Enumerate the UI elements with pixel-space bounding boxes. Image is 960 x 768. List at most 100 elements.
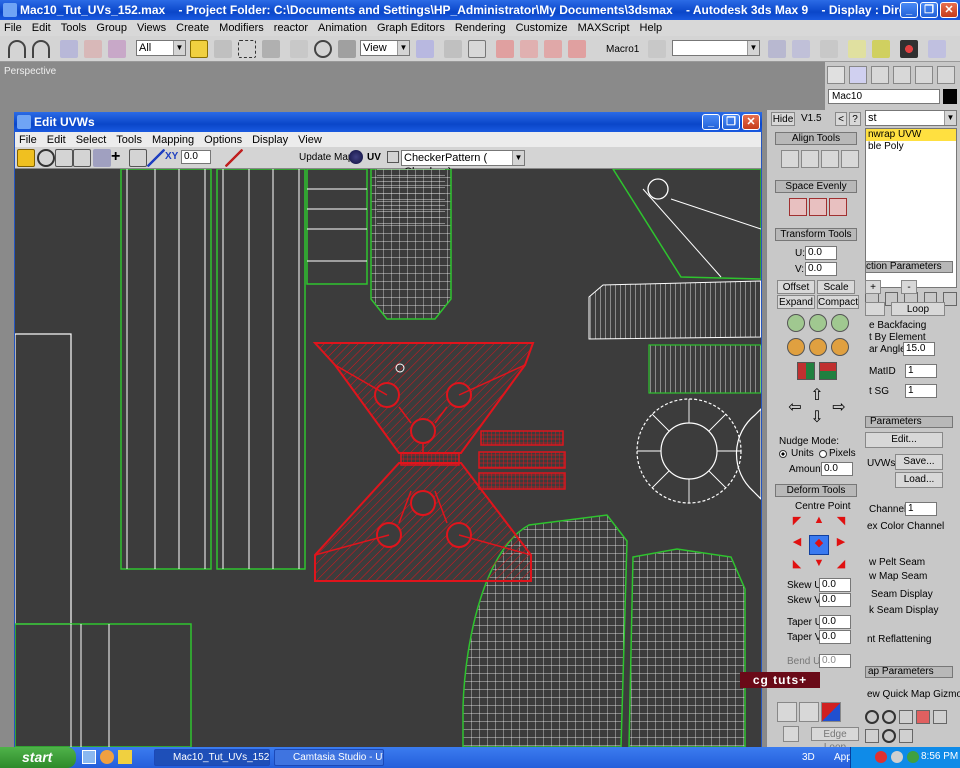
create-tab-icon[interactable] — [827, 66, 845, 84]
uvw-freeform-icon[interactable] — [73, 149, 91, 167]
compact-button[interactable]: Compact — [817, 295, 859, 309]
pixels-radio[interactable] — [819, 450, 827, 458]
edit-uvws-button[interactable]: Edit... — [865, 432, 943, 448]
align-vertical-icon[interactable] — [781, 150, 799, 168]
thick-seam-display-label[interactable]: k Seam Display — [869, 605, 938, 616]
xy-label[interactable]: XY — [165, 151, 178, 162]
pivot-center-icon[interactable] — [416, 40, 434, 58]
tray-icon-3[interactable] — [907, 751, 919, 763]
backfacing-label[interactable]: e Backfacing — [869, 320, 926, 331]
undo-icon[interactable] — [8, 40, 26, 58]
map-parameters-rollout-header[interactable]: ap Parameters — [865, 666, 953, 678]
show-map-seam-label[interactable]: w Map Seam — [869, 571, 927, 582]
select-by-name-icon[interactable] — [214, 40, 232, 58]
menu-help[interactable]: Help — [640, 22, 663, 34]
uvw-pan-icon[interactable] — [241, 149, 259, 167]
select-object-icon[interactable] — [190, 40, 208, 58]
load-uvw-button[interactable]: Load... — [895, 472, 943, 488]
menu-maxscript[interactable]: MAXScript — [578, 22, 630, 34]
flip-horizontal-icon[interactable] — [797, 362, 815, 380]
v-spinner[interactable]: 0.0 — [805, 262, 837, 276]
vertex-color-channel-label[interactable]: ex Color Channel — [867, 521, 944, 532]
align-row-icon[interactable] — [821, 150, 839, 168]
space-evenly-header[interactable]: Space Evenly — [775, 180, 857, 193]
rotate-cw-orange-icon[interactable] — [809, 338, 827, 356]
mirror-icon[interactable] — [768, 40, 786, 58]
menu-views[interactable]: Views — [137, 22, 166, 34]
nudge-left-icon[interactable]: ⇦ — [787, 400, 803, 416]
expand-button[interactable]: Expand — [777, 295, 815, 309]
anchor-bottom-left-icon[interactable]: ◣ — [787, 557, 807, 576]
curve-editor-icon[interactable] — [848, 40, 866, 58]
uvw-minimize-button[interactable]: _ — [702, 114, 720, 130]
align-tools-header[interactable]: Align Tools — [775, 132, 857, 145]
menu-file[interactable]: File — [4, 22, 22, 34]
unlink-icon[interactable] — [84, 40, 102, 58]
anchor-top-right-icon[interactable]: ◥ — [831, 514, 851, 533]
keyboard-shortcut-icon[interactable] — [468, 40, 486, 58]
flip-vertical-icon[interactable] — [819, 362, 837, 380]
tray-icon-1[interactable] — [875, 751, 887, 763]
window-crossing-icon[interactable] — [262, 40, 280, 58]
stack-item-editable-poly[interactable]: ble Poly — [866, 141, 956, 153]
menu-create[interactable]: Create — [176, 22, 209, 34]
anchor-right-icon[interactable]: ▶ — [831, 534, 851, 556]
tray-icon-2[interactable] — [891, 751, 903, 763]
units-radio[interactable] — [779, 450, 787, 458]
prevent-reflattening-label[interactable]: nt Reflattening — [867, 634, 932, 645]
anchor-bottom-right-icon[interactable]: ◢ — [831, 557, 851, 576]
sg-spinner[interactable]: 1 — [905, 384, 937, 398]
zoom-extents-icon[interactable] — [899, 710, 913, 724]
uvw-maximize-button[interactable]: ❐ — [722, 114, 740, 130]
menu-modifiers[interactable]: Modifiers — [219, 22, 264, 34]
preview-quick-map-gizmo-label[interactable]: ew Quick Map Gizmo — [867, 689, 960, 700]
field-of-view-icon[interactable] — [933, 710, 947, 724]
close-button[interactable]: ✕ — [940, 2, 958, 18]
select-manipulate-icon[interactable] — [444, 40, 462, 58]
menu-reactor[interactable]: reactor — [274, 22, 308, 34]
uvw-target-weld-icon[interactable] — [147, 149, 165, 167]
seam-display-label[interactable]: Seam Display — [871, 589, 933, 600]
hide-button[interactable]: Hide — [771, 112, 795, 126]
rotate-cw-icon[interactable] — [809, 314, 827, 332]
menu-rendering[interactable]: Rendering — [455, 22, 506, 34]
skew-u-spinner[interactable]: 0.0 — [819, 578, 851, 592]
redo-icon[interactable] — [32, 40, 50, 58]
menu-edit[interactable]: Edit — [32, 22, 51, 34]
schematic-view-icon[interactable] — [872, 40, 890, 58]
skew-v-spinner[interactable]: 0.0 — [819, 593, 851, 607]
motion-tab-icon[interactable] — [893, 66, 911, 84]
ring-button[interactable] — [865, 302, 885, 316]
uvw-editor-canvas[interactable] — [15, 169, 761, 747]
align-horizontal-icon[interactable] — [801, 150, 819, 168]
uv-label[interactable]: UV — [367, 152, 381, 163]
move-icon[interactable] — [290, 40, 308, 58]
start-button[interactable]: start — [0, 747, 76, 768]
brush-icon[interactable] — [783, 726, 799, 742]
arc-rotate-icon[interactable] — [882, 728, 896, 743]
uvw-menu-edit[interactable]: Edit — [47, 134, 66, 146]
menu-tools[interactable]: Tools — [61, 22, 87, 34]
update-map-button[interactable]: Update Map — [299, 152, 353, 163]
uvw-menu-view[interactable]: View — [298, 134, 322, 146]
selection-params-rollout[interactable]: ction Parameters — [865, 261, 953, 273]
map-channel-spinner[interactable]: 1 — [905, 502, 937, 516]
taskbar-item-camtasia[interactable]: Camtasia Studio - UV ... — [274, 749, 384, 766]
scale-icon[interactable] — [338, 40, 356, 58]
loop-button[interactable]: Loop — [891, 302, 945, 316]
viewport-label[interactable]: Perspective — [4, 66, 56, 77]
select-link-icon[interactable] — [60, 40, 78, 58]
menu-customize[interactable]: Customize — [516, 22, 568, 34]
save-uvw-button[interactable]: Save... — [895, 454, 943, 470]
space-v-icon[interactable] — [809, 198, 827, 216]
planar-angle-spinner[interactable]: 15.0 — [903, 342, 935, 356]
selection-filter-dropdown[interactable]: All ▼ — [136, 40, 186, 56]
nudge-down-icon[interactable]: ⇩ — [809, 410, 825, 426]
uvw-rotate-icon[interactable] — [37, 149, 55, 167]
anchor-center-icon[interactable]: ◆ — [809, 534, 829, 556]
modifier-list-dropdown[interactable]: st ▼ — [865, 110, 957, 126]
uvw-menu-tools[interactable]: Tools — [116, 134, 142, 146]
zoom-icon[interactable] — [865, 710, 879, 724]
spinner-snap-icon[interactable] — [568, 40, 586, 58]
angle-snap-icon[interactable] — [520, 40, 538, 58]
